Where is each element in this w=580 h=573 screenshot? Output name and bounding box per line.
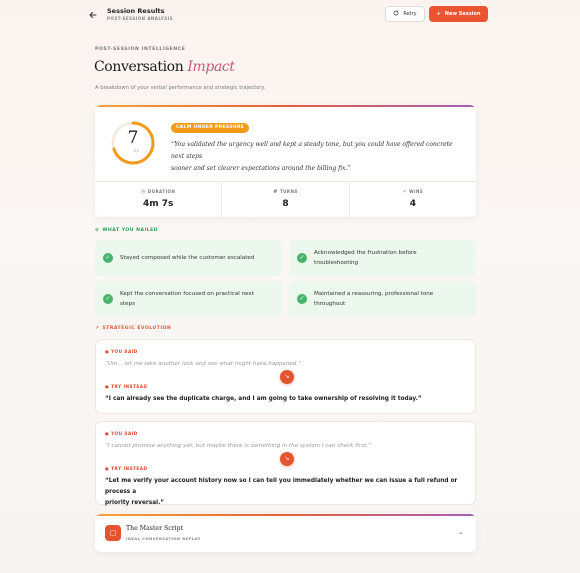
check-icon: ✓: [297, 294, 307, 304]
try-instead-line: priority reversal.”: [105, 500, 165, 506]
hero-title: Conversation Impact: [94, 59, 235, 75]
try-instead-text: “Let me verify your account history now …: [105, 476, 465, 509]
check-icon: ✓: [103, 294, 113, 304]
nailed-item-text: Stayed composed while the customer escal…: [120, 255, 255, 261]
hero-lede: A breakdown of your verbal performance a…: [95, 85, 266, 91]
score-value: 7: [127, 128, 139, 148]
retry-label: Retry: [403, 11, 417, 17]
stat-value: 4: [409, 199, 416, 209]
master-script-title: The Master Script: [126, 525, 184, 532]
you-said-text: “Um... let me take another look and see …: [105, 361, 302, 367]
nailed-item-text: troubleshooting: [314, 260, 359, 266]
you-said-label: ● YOU SAID: [105, 431, 138, 436]
chat-bubble-icon: ▢: [105, 525, 121, 541]
stat-label: WINS: [409, 189, 424, 194]
nailed-heading-label: WHAT YOU NAILED: [102, 228, 159, 233]
check-icon: ✓: [103, 253, 113, 263]
evolution-card: ● YOU SAID “I cannot promise anything ye…: [95, 421, 476, 506]
master-script-accordion[interactable]: ▢ The Master Script IDEAL CONVERSATION R…: [95, 514, 476, 552]
nailed-item: ✓ Kept the conversation focused on pract…: [95, 281, 282, 317]
hash-icon: #: [273, 189, 278, 195]
trend-up-icon: ↗: [95, 326, 100, 331]
stat-wins: ✧ WINS 4: [348, 182, 476, 217]
retry-icon: [393, 10, 399, 18]
nailed-item: ✓ Maintained a reassuring, professional …: [289, 281, 476, 317]
status-badge: CALM UNDER PRESSURE: [171, 123, 250, 133]
nailed-item-text: throughout: [314, 301, 346, 307]
nailed-item-text: steps: [120, 301, 136, 307]
stat-duration: ◷ DURATION 4m 7s: [95, 182, 221, 217]
retry-button[interactable]: Retry: [385, 6, 425, 22]
nailed-item-text: Kept the conversation focused on practic…: [120, 291, 255, 297]
master-script-subtitle: IDEAL CONVERSATION REPLAY: [126, 536, 201, 541]
evolution-heading: ↗ STRATEGIC EVOLUTION: [95, 326, 171, 331]
back-arrow-icon[interactable]: [88, 10, 98, 20]
card-accent-bar: [95, 105, 476, 107]
try-instead-line: “I can already see the duplicate charge,…: [105, 396, 422, 402]
feedback-quote: “You validated the urgency well and kept…: [171, 139, 455, 175]
try-instead-text: “I can already see the duplicate charge,…: [105, 394, 465, 405]
feedback-quote-line: sooner and set clearer expectations arou…: [171, 165, 351, 172]
stats-row: ◷ DURATION 4m 7s # TURNS 8 ✧ WINS 4: [95, 181, 476, 217]
check-circle-icon: ⊙: [95, 228, 100, 233]
plus-icon: +: [436, 11, 441, 17]
evolution-card: ● YOU SAID “Um... let me take another lo…: [95, 339, 476, 414]
try-instead-line: “Let me verify your account history now …: [105, 478, 458, 495]
check-icon: ✓: [297, 253, 307, 263]
evolution-heading-label: STRATEGIC EVOLUTION: [102, 326, 172, 331]
chevron-down-icon[interactable]: ⌄: [458, 528, 464, 536]
sparkle-icon: ✧: [402, 189, 408, 195]
page-subtitle: POST-SESSION ANALYSIS: [107, 16, 173, 21]
page-title: Session Results: [107, 7, 165, 15]
you-said-label: ● YOU SAID: [105, 349, 138, 354]
stat-label: DURATION: [147, 189, 176, 194]
nailed-heading: ⊙ WHAT YOU NAILED: [95, 228, 158, 233]
feedback-quote-line: “You validated the urgency well and kept…: [171, 141, 453, 160]
arrow-down-icon: ↘: [280, 452, 294, 466]
top-bar: Session Results POST-SESSION ANALYSIS Re…: [0, 0, 580, 32]
summary-card: 7 /10 CALM UNDER PRESSURE “You validated…: [95, 105, 476, 217]
try-instead-label: ● TRY INSTEAD: [105, 384, 148, 389]
new-session-label: New Session: [444, 11, 481, 17]
you-said-text: “I cannot promise anything yet, but mayb…: [105, 443, 371, 449]
hero-title-main: Conversation: [94, 59, 184, 75]
hero-title-accent: Impact: [187, 59, 235, 75]
clock-icon: ◷: [141, 189, 146, 195]
nailed-item: ✓ Stayed composed while the customer esc…: [95, 240, 282, 276]
score-max: /10: [133, 149, 139, 153]
stat-label: TURNS: [279, 189, 298, 194]
section-eyebrow: POST-SESSION INTELLIGENCE: [95, 47, 186, 52]
nailed-item-text: Acknowledged the frustration before: [314, 250, 417, 256]
card-accent-bar: [95, 514, 476, 516]
nailed-item-text: Maintained a reassuring, professional to…: [314, 291, 434, 297]
stat-value: 4m 7s: [142, 199, 174, 209]
stat-turns: # TURNS 8: [221, 182, 348, 217]
arrow-down-icon: ↘: [280, 370, 294, 384]
stat-value: 8: [282, 199, 289, 209]
new-session-button[interactable]: + New Session: [429, 6, 488, 22]
nailed-item: ✓ Acknowledged the frustration before tr…: [289, 240, 476, 276]
try-instead-label: ● TRY INSTEAD: [105, 466, 148, 471]
